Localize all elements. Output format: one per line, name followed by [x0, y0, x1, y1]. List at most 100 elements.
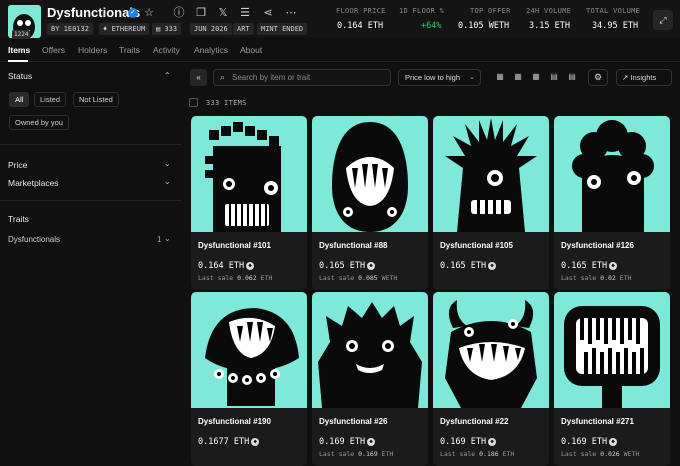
nft-price-currency: ETH — [470, 437, 487, 447]
nft-card[interactable]: Dysfunctional #105 0.165 ETH ◆ — [433, 116, 549, 290]
info-icon[interactable]: ⓘ — [172, 6, 186, 20]
nft-image[interactable] — [433, 292, 549, 408]
last-sale-currency: ETH — [619, 274, 632, 282]
chevron-up-icon[interactable]: ⌃ — [164, 71, 171, 80]
nft-name[interactable]: Dysfunctional #26 — [319, 417, 387, 426]
last-sale-currency: WETH — [381, 274, 398, 282]
status-not-listed-pill[interactable]: Not Listed — [73, 92, 119, 107]
nft-price: 0.165 ETH ◆ — [561, 261, 618, 271]
status-listed-pill[interactable]: Listed — [34, 92, 67, 107]
insights-label: Insights — [630, 73, 657, 82]
nft-last-sale: Last sale 0.169 ETH — [319, 450, 393, 458]
last-sale-currency: WETH — [623, 450, 640, 458]
grid-medium-icon[interactable]: ▦ — [513, 72, 523, 82]
nft-card[interactable]: Dysfunctional #88 0.165 ETH ◆ Last sale 0.0… — [312, 116, 428, 290]
nft-card[interactable]: Dysfunctional #101 0.164 ETH ◆ Last sale 0.… — [191, 116, 307, 290]
insights-button[interactable]: ↗ Insights — [616, 69, 672, 86]
copy-icon[interactable]: ❐ — [194, 6, 208, 20]
stat-total-volume-value: 34.95 ETH — [592, 21, 639, 31]
tab-holders[interactable]: Holders — [78, 45, 107, 55]
status-owned-pill[interactable]: Owned by you — [9, 115, 69, 130]
trait-dysfunctionals[interactable]: Dysfunctionals — [8, 235, 60, 244]
nft-image[interactable] — [554, 116, 670, 232]
nft-last-sale: Last sale 0.085 WETH — [319, 274, 397, 282]
nft-price-value: 0.1677 — [198, 437, 229, 447]
items-count: 333 ITEMS — [206, 99, 247, 107]
stat-24h-volume-value: 3.15 ETH — [529, 21, 570, 31]
traits-section-title: Traits — [8, 214, 29, 224]
nft-name[interactable]: Dysfunctional #105 — [440, 241, 513, 250]
expand-header-button[interactable]: ⤢ — [653, 10, 673, 30]
status-all-pill[interactable]: All — [9, 92, 30, 107]
grid-small-icon[interactable]: ▦ — [531, 72, 541, 82]
active-tab-indicator — [8, 60, 28, 62]
nft-card[interactable]: Dysfunctional #26 0.169 ETH ◆ Last sale 0.1… — [312, 292, 428, 466]
last-sale-value: 0.02 — [600, 274, 616, 282]
gallery-icon[interactable]: ☰ — [238, 6, 252, 20]
last-sale-label: Last sale — [440, 450, 476, 458]
collapse-sidebar-button[interactable]: « — [190, 69, 207, 86]
nft-artwork — [564, 306, 660, 408]
list-icon[interactable]: ▤ — [549, 72, 559, 82]
nft-name[interactable]: Dysfunctional #88 — [319, 241, 387, 250]
nft-price: 0.165 ETH ◆ — [319, 261, 376, 271]
chevron-down-icon[interactable]: ⌄ — [164, 234, 171, 243]
verified-icon: ✓ — [128, 8, 138, 18]
x-social-icon[interactable]: 𝕏 — [216, 6, 230, 20]
chain-chip-label: ETHEREUM — [111, 25, 146, 33]
more-icon[interactable]: ⋯ — [284, 6, 298, 20]
nft-image[interactable] — [312, 292, 428, 408]
tab-about[interactable]: About — [240, 45, 262, 55]
grid-large-icon[interactable]: ▦ — [495, 72, 505, 82]
category-chip[interactable]: ART — [233, 23, 254, 35]
tab-activity[interactable]: Activity — [153, 45, 180, 55]
nft-card[interactable]: Dysfunctional #190 0.1677 ETH ◆ — [191, 292, 307, 466]
nft-last-sale: Last sale 0.186 ETH — [440, 450, 514, 458]
nft-image[interactable] — [433, 116, 549, 232]
nft-name[interactable]: Dysfunctional #22 — [440, 417, 508, 426]
chevron-down-icon[interactable]: ⌄ — [164, 177, 171, 186]
search-input[interactable] — [232, 71, 387, 84]
nft-price-currency: ETH — [349, 437, 366, 447]
star-icon[interactable]: ☆ — [142, 6, 156, 20]
nft-image[interactable] — [554, 292, 670, 408]
price-section-title[interactable]: Price — [8, 160, 27, 170]
nft-artwork — [445, 118, 537, 232]
sort-dropdown[interactable]: Price low to high ⌄ — [398, 69, 481, 86]
table-icon[interactable]: ▤ — [567, 72, 577, 82]
nft-price-currency: ETH — [228, 261, 245, 271]
marketplaces-section-title[interactable]: Marketplaces — [8, 178, 59, 188]
tab-traits[interactable]: Traits — [119, 45, 140, 55]
nft-card[interactable]: Dysfunctional #126 0.165 ETH ◆ Last sale 0.… — [554, 116, 670, 290]
last-sale-label: Last sale — [561, 450, 597, 458]
nft-name[interactable]: Dysfunctional #126 — [561, 241, 634, 250]
nft-card[interactable]: Dysfunctional #271 0.169 ETH ◆ Last sale 0.… — [554, 292, 670, 466]
nft-name[interactable]: Dysfunctional #271 — [561, 417, 634, 426]
status-section-title[interactable]: Status — [8, 71, 32, 81]
nft-card[interactable]: Dysfunctional #22 0.169 ETH ◆ Last sale 0.1… — [433, 292, 549, 466]
stat-total-volume-label: TOTAL VOLUME — [586, 7, 641, 15]
last-sale-label: Last sale — [198, 274, 234, 282]
stat-24h-volume-label: 24H VOLUME — [526, 7, 572, 15]
last-sale-value: 0.169 — [358, 450, 378, 458]
tab-offers[interactable]: Offers — [42, 45, 65, 55]
settings-button[interactable]: ⚙ — [588, 69, 608, 86]
marketplace-icon: ◆ — [367, 261, 376, 270]
nft-image[interactable] — [191, 116, 307, 232]
last-sale-currency: ETH — [381, 450, 394, 458]
nft-price-value: 0.169 — [561, 437, 587, 447]
marketplace-icon: ◆ — [609, 437, 618, 446]
nft-image[interactable] — [312, 116, 428, 232]
select-all-checkbox[interactable] — [189, 98, 198, 107]
stat-top-offer-label: TOP OFFER — [470, 7, 511, 15]
marketplace-icon: ◆ — [609, 261, 618, 270]
chart-trend-icon: ↗ — [622, 73, 629, 82]
nft-name[interactable]: Dysfunctional #190 — [198, 417, 271, 426]
creator-chip[interactable]: BY 1E0132 — [47, 23, 93, 35]
share-icon[interactable]: ⋖ — [261, 6, 275, 20]
tab-analytics[interactable]: Analytics — [194, 45, 228, 55]
nft-image[interactable] — [191, 292, 307, 408]
tab-items[interactable]: Items — [8, 45, 30, 55]
nft-name[interactable]: Dysfunctional #101 — [198, 241, 271, 250]
chevron-down-icon[interactable]: ⌄ — [164, 159, 171, 168]
